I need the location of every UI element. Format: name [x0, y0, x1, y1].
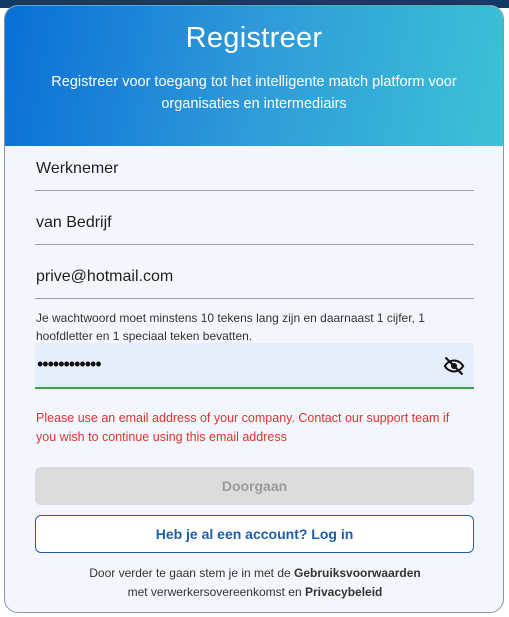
continue-button[interactable]: Doorgaan	[35, 467, 474, 505]
email-field[interactable]: prive@hotmail.com	[35, 255, 474, 299]
registration-card: Registreer Registreer voor toegang tot h…	[4, 5, 504, 613]
password-hint: Je wachtwoord moet minstens 10 tekens la…	[36, 311, 425, 343]
login-button[interactable]: Heb je al een account? Log in	[35, 515, 474, 553]
password-value: ••••••••••••	[37, 354, 102, 374]
terms-link[interactable]: Gebruiksvoorwaarden	[294, 566, 421, 580]
page-subtitle: Registreer voor toegang tot het intellig…	[51, 74, 457, 112]
email-value: prive@hotmail.com	[36, 268, 174, 285]
last-name-field[interactable]: van Bedrijf	[35, 201, 474, 245]
card-header: Registreer Registreer voor toegang tot h…	[5, 6, 503, 146]
terms-text-2: met verwerkersovereenkomst en	[127, 585, 305, 599]
first-name-value: Werknemer	[36, 160, 119, 177]
page-title: Registreer	[185, 22, 323, 54]
password-field[interactable]: ••••••••••••	[35, 343, 474, 389]
terms-notice: Door verder te gaan stem je in met de Ge…	[5, 564, 503, 602]
terms-text-1: Door verder te gaan stem je in met de	[89, 566, 295, 580]
last-name-value: van Bedrijf	[36, 214, 112, 231]
eye-off-icon[interactable]	[442, 354, 466, 378]
first-name-field[interactable]: Werknemer	[35, 147, 474, 191]
email-error-message: Please use an email address of your comp…	[36, 411, 450, 444]
privacy-link[interactable]: Privacybeleid	[305, 585, 382, 599]
